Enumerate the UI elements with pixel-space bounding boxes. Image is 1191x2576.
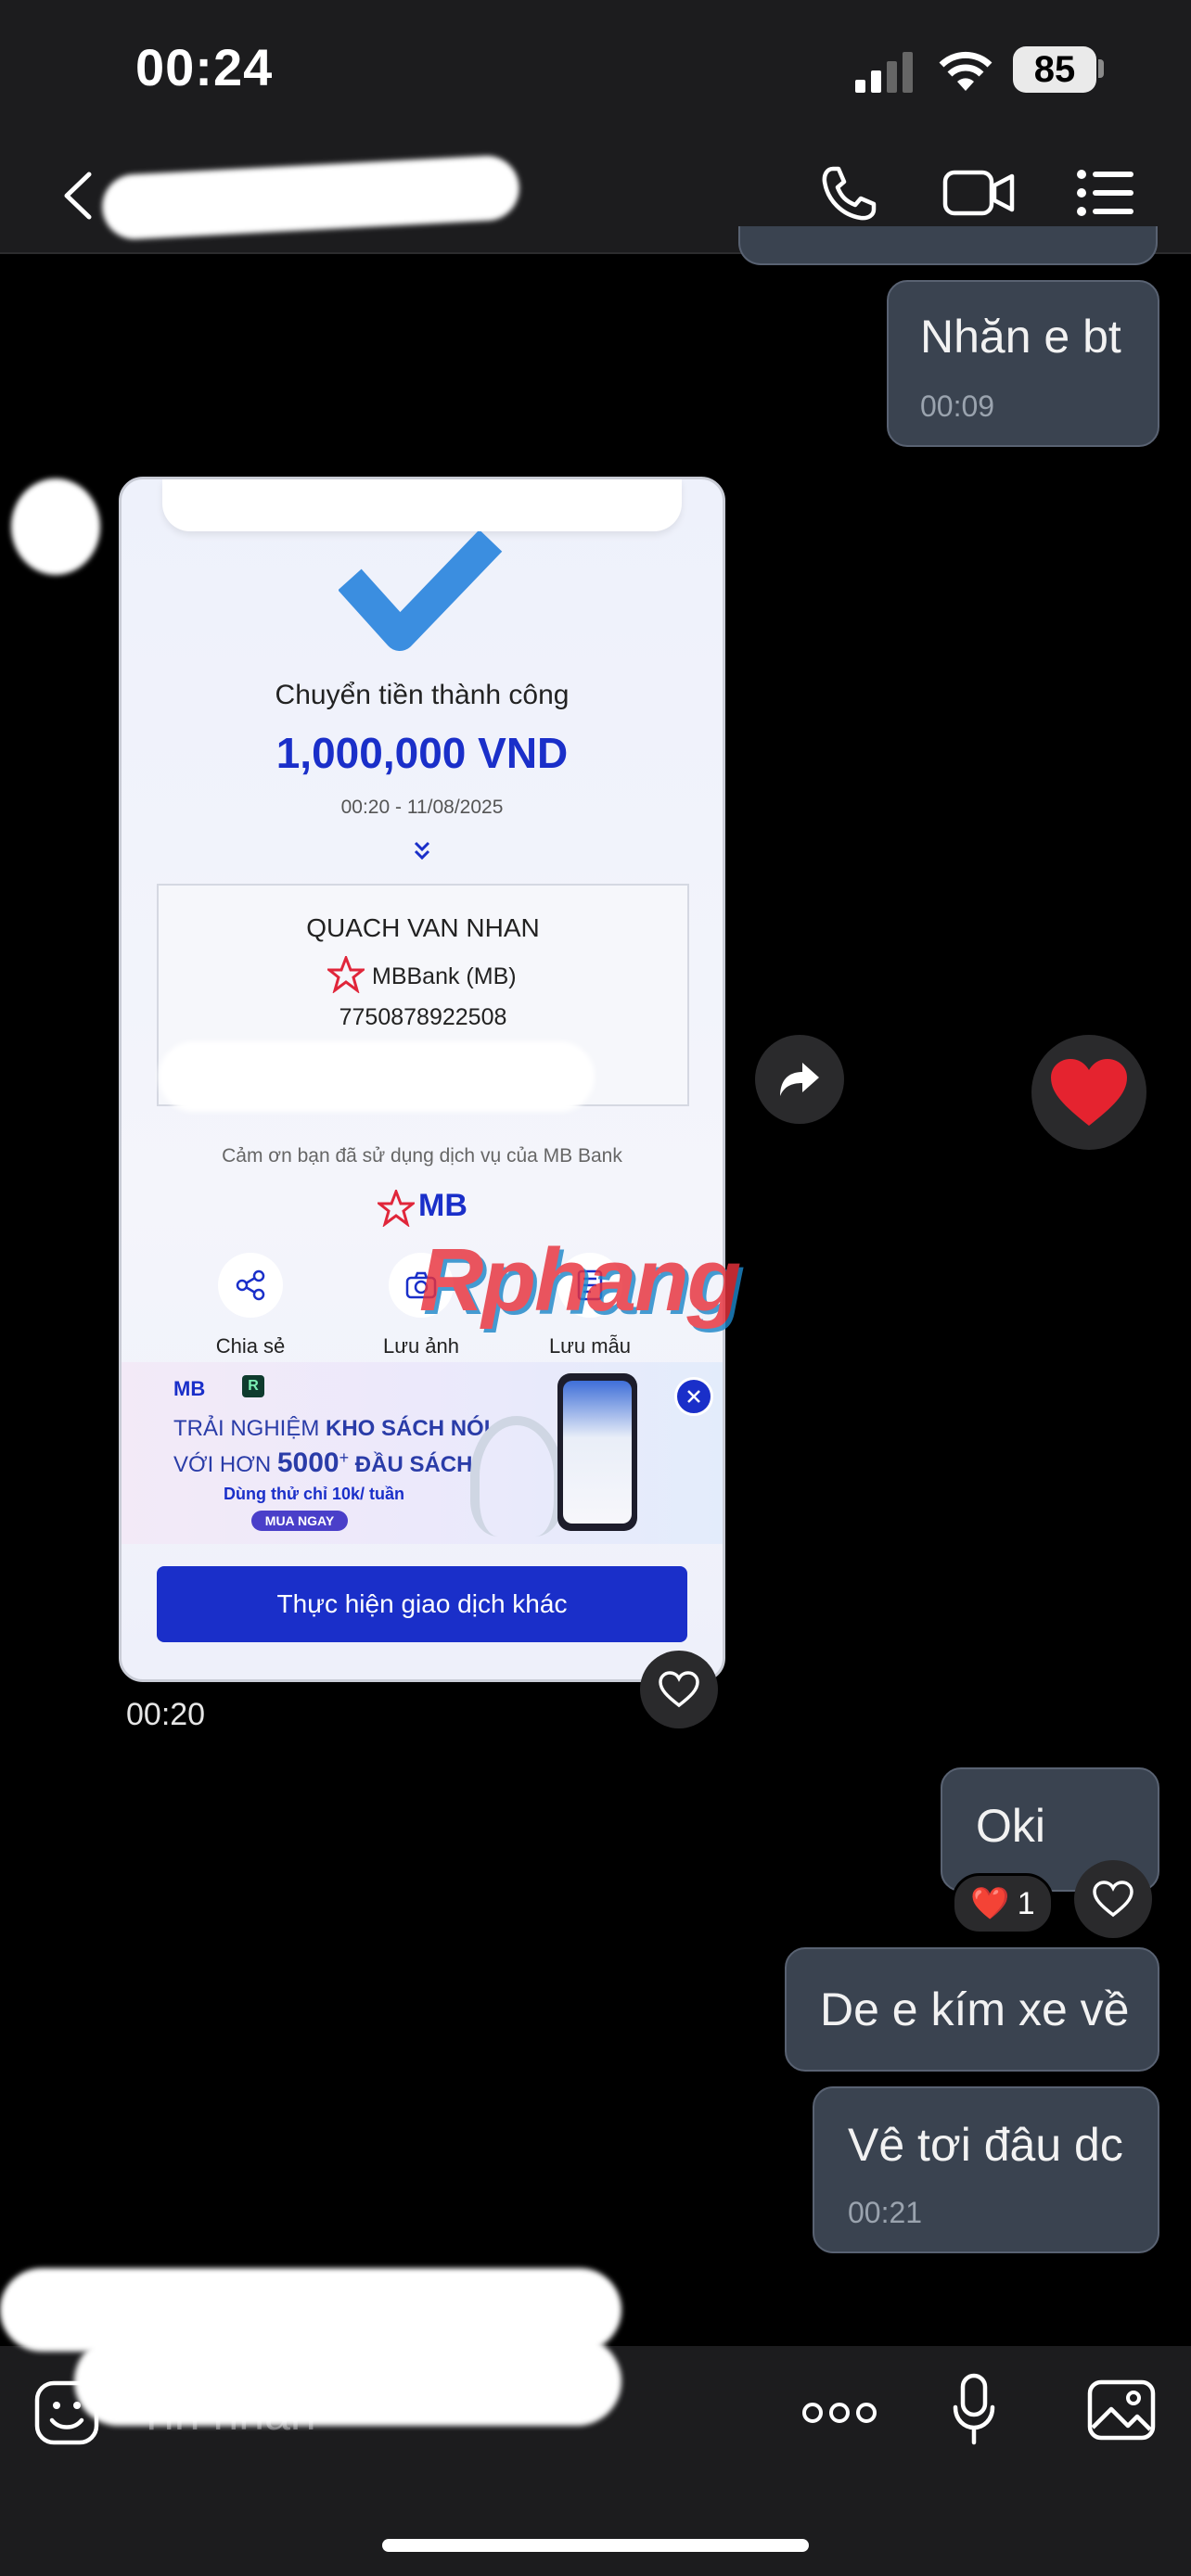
banner-line3: Dùng thử chỉ 10k/ tuần [224, 1485, 405, 1503]
battery-indicator: 85 [1013, 46, 1096, 93]
previous-message-bubble [738, 226, 1158, 265]
image-time: 00:20 [126, 1697, 206, 1732]
forward-button[interactable] [755, 1035, 844, 1124]
more-options-icon[interactable] [801, 2402, 877, 2424]
microphone-icon[interactable] [952, 2372, 996, 2446]
share-label: Chia sẻ [215, 1334, 286, 1358]
headphones-graphic [470, 1416, 563, 1537]
banner-close-button[interactable] [674, 1377, 713, 1416]
message-text: Oki [976, 1800, 1045, 1852]
battery-tip [1098, 59, 1104, 78]
watermark-logo: Rphang [419, 1231, 741, 1330]
success-check-icon [339, 531, 503, 651]
gallery-icon[interactable] [1087, 2379, 1156, 2441]
heart-icon [1051, 1059, 1127, 1126]
receipt-top-bar-redacted [162, 479, 682, 531]
mb-brand-text: MB [418, 1188, 467, 1223]
message-time: 00:09 [920, 389, 995, 423]
message-time: 00:21 [848, 2196, 923, 2229]
recipient-card: QUACH VAN NHAN MBBank (MB) 7750878922508 [157, 884, 689, 1112]
back-icon[interactable] [59, 169, 96, 223]
reaction-count: 1 [1017, 1885, 1035, 1921]
message-bubble-outgoing[interactable]: Vê tơi đâu dc 00:21 [813, 2086, 1159, 2253]
transfer-receipt-image[interactable]: Chuyển tiền thành công 1,000,000 VND 00:… [119, 477, 725, 1682]
receipt-datetime: 00:20 - 11/08/2025 [340, 797, 504, 818]
heart-outline-icon [659, 1671, 699, 1708]
banner-number: 5000 [276, 1447, 339, 1478]
like-button-image[interactable] [640, 1651, 718, 1728]
signal-icon [855, 52, 915, 93]
phone-call-icon[interactable] [816, 161, 881, 226]
message-text: De e kím xe về [820, 1983, 1130, 2035]
reaction-emoji: ❤️ [970, 1886, 1010, 1921]
banner-line2-prefix: VỚI HƠN [173, 1452, 277, 1477]
banner-cta[interactable]: MUA NGAY [251, 1511, 348, 1531]
home-indicator [382, 2539, 809, 2552]
share-icon [236, 1269, 265, 1301]
reaction-badge[interactable]: ❤️ 1 [952, 1873, 1054, 1934]
menu-list-icon[interactable] [1076, 167, 1135, 219]
status-time: 00:24 [135, 38, 274, 96]
heart-outline-icon [1093, 1881, 1133, 1918]
receipt-amount: 1,000,000 VND [275, 729, 569, 777]
save-image-label: Lưu ảnh [382, 1334, 460, 1358]
banner-mb-logo: MB [173, 1377, 206, 1400]
forward-arrow-icon [780, 1063, 819, 1096]
wifi-icon [939, 51, 992, 91]
banner-plus: + [339, 1448, 350, 1467]
recipient-bank: MBBank (MB) [372, 963, 517, 989]
like-button-message[interactable] [1074, 1860, 1152, 1938]
close-icon [687, 1390, 700, 1403]
chevron-double-down-icon [414, 841, 430, 861]
share-button[interactable] [218, 1253, 283, 1318]
heart-reaction-big[interactable] [1031, 1035, 1146, 1150]
video-call-icon[interactable] [942, 165, 1017, 221]
mb-logo-icon [378, 1190, 415, 1227]
account-detail-redacted [159, 1041, 595, 1112]
banner-line2-bold: ĐẦU SÁCH [349, 1452, 473, 1477]
contact-name-redacted [100, 154, 521, 241]
banner-line2: VỚI HƠN 5000+ ĐẦU SÁCH [173, 1447, 472, 1479]
promo-banner[interactable]: MB R TRẢI NGHIỆM KHO SÁCH NÓI VỚI HƠN 50… [122, 1362, 723, 1544]
message-text: Vê tơi đâu dc [848, 2119, 1123, 2171]
thanks-text: Cảm ơn bạn đã sử dụng dịch vụ của MB Ban… [222, 1145, 622, 1167]
phone-graphic [557, 1373, 637, 1531]
banner-line1: TRẢI NGHIỆM KHO SÁCH NÓI [173, 1416, 490, 1442]
banner-line1-bold: KHO SÁCH NÓI [326, 1416, 491, 1441]
banner-line1-prefix: TRẢI NGHIỆM [173, 1416, 327, 1441]
receipt-title: Chuyển tiền thành công [275, 680, 570, 710]
save-template-label: Lưu mẫu [548, 1334, 632, 1358]
banner-r-logo: R [242, 1375, 264, 1397]
message-text: Nhăn e bt [920, 311, 1121, 363]
status-bar: 00:24 85 [0, 0, 1191, 139]
avatar [11, 478, 100, 575]
message-bubble-outgoing[interactable]: De e kím xe về [785, 1947, 1159, 2072]
new-transaction-button[interactable]: Thực hiện giao dịch khác [157, 1566, 687, 1642]
incoming-message-redacted-2 [74, 2337, 621, 2426]
account-number: 7750878922508 [339, 1004, 507, 1030]
recipient-name: QUACH VAN NHAN [306, 913, 540, 942]
mb-star-logo-icon [327, 956, 365, 993]
message-bubble-outgoing[interactable]: Nhăn e bt 00:09 [887, 280, 1159, 447]
